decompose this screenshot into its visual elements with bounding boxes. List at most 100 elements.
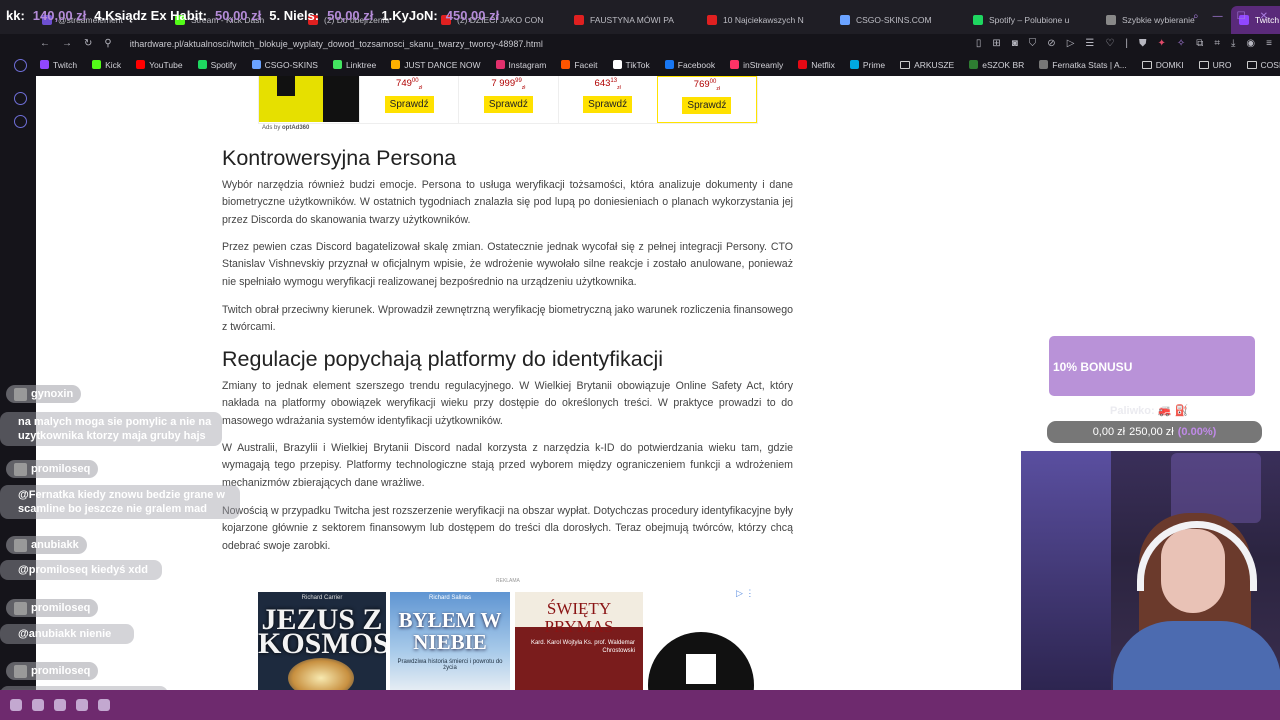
chat-username-pill[interactable]: anubiakk	[6, 536, 87, 554]
browser-tab[interactable]: @streamelement	[34, 6, 167, 34]
book-ad-bylem[interactable]: Richard Salinas BYŁEM W NIEBIE Prawdziwa…	[390, 592, 510, 690]
ad-product-cell[interactable]: 74900zł Sprawdź	[359, 76, 458, 123]
ad-product-image[interactable]	[259, 76, 359, 122]
forward-icon[interactable]: →	[62, 38, 72, 49]
bookmarks-icon[interactable]: ☰	[1085, 38, 1094, 49]
adchoices-icon[interactable]: ▷ ⋮	[736, 588, 754, 599]
url-field[interactable]: ithardware.pl/aktualnosci/twitch_blokuje…	[130, 39, 543, 49]
browser-tab[interactable]: 10 Najciekawszych N	[699, 6, 832, 34]
price-main: 7 999	[491, 78, 516, 90]
sprawdz-button[interactable]: Sprawdź	[384, 96, 434, 114]
browser-tab[interactable]: Stream - Kick Dash	[167, 6, 300, 34]
shield-icon[interactable]: ⛉	[1029, 38, 1037, 49]
bookmark-label: Spotify	[210, 59, 237, 70]
tab-favicon-icon	[1106, 15, 1116, 25]
sprawdz-button[interactable]: Sprawdź	[483, 96, 533, 114]
vpn-icon[interactable]: ⊘	[1047, 38, 1055, 49]
reload-icon[interactable]: ↻	[84, 38, 92, 49]
bookmark-item[interactable]: Twitch	[40, 60, 77, 70]
bookmarks-bar: Twitch Kick YouTube Spotify CSGO-SKINS Linktr…	[0, 53, 1280, 76]
chat-username-pill[interactable]: promiloseq	[6, 599, 99, 617]
taskbar-app-icon[interactable]	[32, 699, 44, 711]
paragraph-6: Nowością w przypadku Twitcha jest rozsze…	[222, 505, 793, 552]
search-tabs-icon[interactable]: ⌕	[1193, 12, 1199, 22]
bookmark-favicon-icon	[1039, 60, 1049, 69]
taskbar-app-icon[interactable]	[76, 699, 88, 711]
ad-product-cell[interactable]: 64313zł Sprawdź	[557, 76, 657, 123]
bookmark-favicon-icon	[251, 60, 261, 69]
sprawdz-button[interactable]: Sprawdź	[583, 96, 633, 114]
browser-tab[interactable]: FAUSTYNA MÓWI PA	[566, 6, 699, 34]
bookmark-item[interactable]: ARKUSZE	[900, 60, 954, 70]
paragraph-4: Zmiany to jednak element szerszego trend…	[222, 380, 793, 427]
book-title: JEZUS Z KOSMOSU	[258, 603, 386, 660]
bookmark-item[interactable]: Kick	[92, 60, 121, 70]
bookmark-item[interactable]: YouTube	[136, 60, 183, 70]
split-view-icon[interactable]: ⊞	[992, 38, 1000, 49]
sidebar-toggle-icon[interactable]: ▯	[976, 38, 982, 49]
bookmark-item[interactable]: Prime	[849, 60, 885, 70]
book-ad-prymas[interactable]: ŚWIĘTY PRYMAS Kard. Karol Wojtyła Ks. pr…	[515, 592, 643, 690]
product-ad[interactable]: 74900zł Sprawdź 7 99999zł Sprawdź 64313zł Spr…	[258, 76, 758, 124]
close-window-icon[interactable]: ✕	[1260, 12, 1268, 22]
bookmark-item[interactable]: eSZOK BR	[969, 60, 1024, 70]
price-decimal: 13	[610, 78, 618, 84]
ai-icon[interactable]	[14, 59, 27, 72]
bookmark-item[interactable]: inStreamly	[730, 60, 783, 70]
taskbar-app-icon[interactable]	[54, 699, 66, 711]
browser-tab[interactable]: (2) Do obejrzenia	[300, 6, 433, 34]
video-ad-play-button[interactable]	[648, 632, 754, 690]
bookmark-favicon-icon	[391, 60, 401, 69]
heart-icon[interactable]: ♡	[1105, 38, 1114, 49]
bookmark-item[interactable]: Faceit	[561, 60, 598, 70]
taskbar-app-icon[interactable]	[10, 699, 22, 711]
bookmark-item[interactable]: Netflix	[798, 60, 835, 70]
bookmark-label: DOMKI	[1155, 59, 1184, 70]
minimize-icon[interactable]: —	[1213, 12, 1223, 22]
bookmark-item[interactable]: TikTok	[612, 60, 650, 70]
bookmark-item[interactable]: Instagram	[495, 60, 546, 70]
back-icon[interactable]: ←	[40, 38, 50, 49]
bookmark-item[interactable]: Spotify	[197, 59, 237, 70]
ads-by-label[interactable]: Ads by optAd360	[262, 125, 309, 131]
menu-icon[interactable]: ≡	[1266, 38, 1272, 49]
bookmark-item[interactable]: URO	[1198, 60, 1232, 70]
snapshot-icon[interactable]: ⌗	[1214, 38, 1220, 49]
sprawdz-button[interactable]: Sprawdź	[682, 97, 732, 115]
maximize-icon[interactable]: ☐	[1237, 12, 1246, 22]
paragraph-1: Wybór narzędzia również budzi emocje. Pe…	[222, 179, 793, 226]
bookmark-item[interactable]: DOMKI	[1141, 59, 1184, 70]
chat-username-pill[interactable]: promiloseq	[6, 662, 99, 680]
section-heading-regulacje: Regulacje popychają platformy do identyf…	[222, 347, 663, 371]
ads-brand: optAd360	[282, 125, 310, 131]
bookmark-item[interactable]: CSGO-SKINS	[251, 60, 318, 70]
bookmark-item[interactable]: COSPLAYE	[1246, 60, 1280, 70]
extensions-puzzle-icon[interactable]: ⧉	[1196, 38, 1203, 49]
bookmark-item[interactable]: Fernatka Stats | A...	[1039, 60, 1127, 70]
camera-icon[interactable]: ◙	[1012, 38, 1018, 49]
profile-icon[interactable]: ◉	[1246, 38, 1255, 49]
chat-username-pill[interactable]: promiloseq	[6, 460, 99, 478]
settings-gear-icon[interactable]	[14, 115, 27, 128]
bookmark-item[interactable]: Linktree	[332, 60, 376, 70]
download-icon[interactable]: ⤓	[1231, 38, 1235, 49]
bookmark-item[interactable]: JUST DANCE NOW	[391, 60, 481, 70]
extension-shield-icon[interactable]: ⛊	[1139, 38, 1147, 49]
tab-favicon-icon	[42, 15, 52, 25]
bookmark-item[interactable]: Facebook	[664, 60, 715, 70]
ad-product-cell[interactable]: 7 99999zł Sprawdź	[458, 76, 557, 123]
book-ad-jezus[interactable]: Richard Carrier JEZUS Z KOSMOSU	[258, 592, 386, 690]
browser-tab[interactable]: Spotify – Polubione u	[965, 6, 1098, 34]
user-badge-icon	[14, 538, 27, 552]
chat-username-pill[interactable]: gynoxin	[6, 385, 82, 403]
taskbar-app-icon[interactable]	[98, 699, 110, 711]
history-icon[interactable]	[14, 92, 27, 105]
site-info-icon[interactable]: ⚲	[104, 38, 111, 49]
browser-tab[interactable]: CSGO-SKINS.COM	[832, 6, 965, 34]
ad-product-cell[interactable]: 76900zł Sprawdź	[656, 76, 757, 123]
bookmark-label: inStreamly	[743, 59, 784, 70]
browser-tab[interactable]: (2) DZIECI JAKO CON	[433, 6, 566, 34]
extension-7tv-icon[interactable]: ✧	[1177, 38, 1185, 49]
extension-tp-icon[interactable]: ✦	[1157, 38, 1165, 49]
play-icon[interactable]: ▷	[1067, 38, 1075, 49]
